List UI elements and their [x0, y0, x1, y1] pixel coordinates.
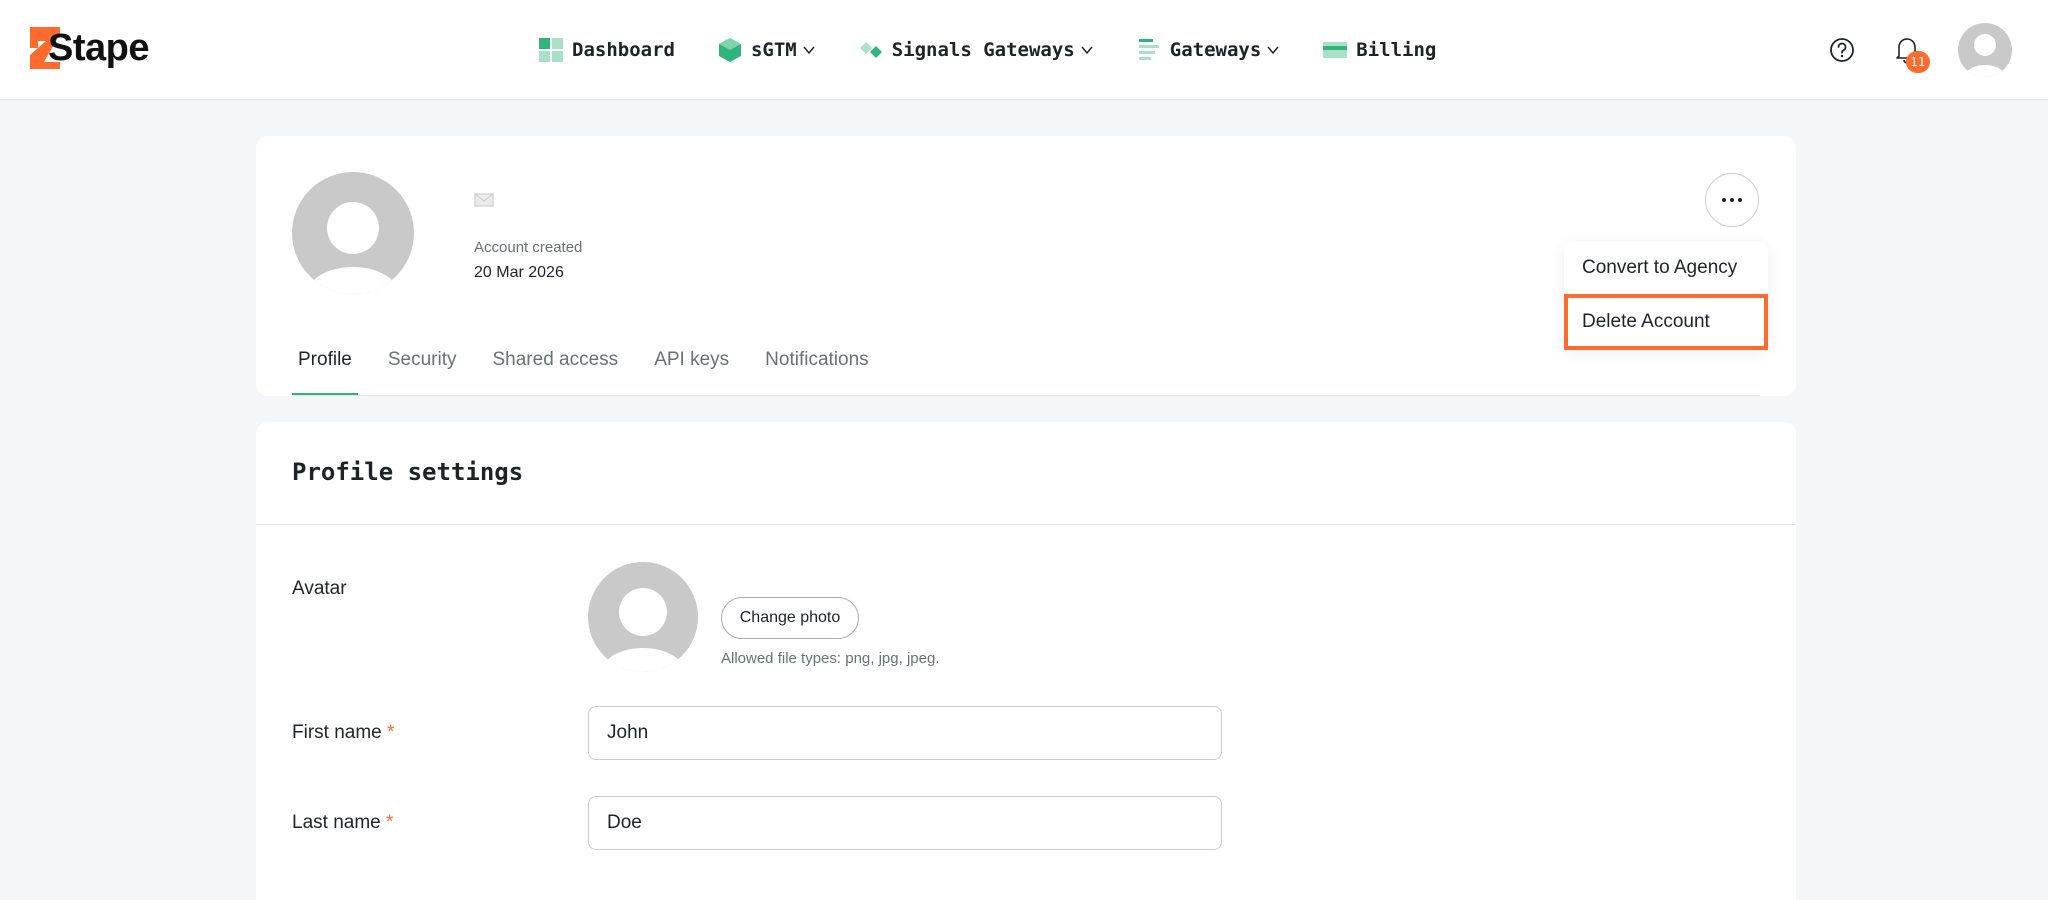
- last-name-label-text: Last name: [292, 812, 381, 833]
- profile-settings-card: Profile settings Avatar Change photo All…: [256, 422, 1796, 900]
- cube-icon: [718, 38, 741, 62]
- first-name-label-text: First name: [292, 722, 382, 743]
- nav-dashboard-label: Dashboard: [572, 39, 675, 61]
- notifications-button[interactable]: 11: [1890, 33, 1930, 73]
- more-options-button[interactable]: [1705, 173, 1759, 227]
- avatar-placeholder-icon: [1964, 34, 2006, 77]
- required-mark: *: [387, 722, 395, 743]
- gateways-icon: [1138, 39, 1159, 60]
- profile-tabs: Profile Security Shared access API keys …: [292, 344, 899, 396]
- tab-notifications[interactable]: Notifications: [759, 344, 875, 396]
- nav-sgtm-label: sGTM: [750, 39, 797, 61]
- chevron-down-icon: [1267, 46, 1279, 55]
- nav-signals-gateways-label: Signals Gateways: [891, 39, 1075, 61]
- tab-profile[interactable]: Profile: [292, 344, 358, 396]
- required-mark: *: [386, 812, 394, 833]
- allowed-file-types: Allowed file types: png, jpg, jpeg.: [721, 650, 940, 667]
- chevron-down-icon: [803, 46, 815, 55]
- chevron-down-icon: [1081, 46, 1093, 55]
- dashboard-icon: [539, 38, 563, 62]
- account-avatar: [292, 172, 414, 294]
- help-icon[interactable]: [1828, 36, 1856, 64]
- mail-icon: [474, 193, 494, 207]
- avatar-label: Avatar: [292, 578, 347, 599]
- nav-gateways-label: Gateways: [1169, 39, 1262, 61]
- settings-divider: [256, 524, 1796, 525]
- nav-sgtm[interactable]: sGTM: [717, 37, 816, 63]
- tabs-divider: [292, 395, 1760, 396]
- nav-billing[interactable]: Billing: [1322, 37, 1436, 63]
- card-icon: [1323, 42, 1348, 58]
- avatar-placeholder-icon: [306, 202, 400, 294]
- last-name-label: Last name *: [292, 812, 393, 834]
- first-name-label: First name *: [292, 722, 394, 744]
- main-nav: Dashboard sGTM Signals Gateways Gateways…: [538, 30, 1478, 70]
- tab-security[interactable]: Security: [382, 344, 463, 396]
- notification-count-badge: 11: [1906, 51, 1930, 73]
- account-created-label: Account created: [474, 239, 583, 256]
- delete-account-highlight: [1564, 294, 1768, 350]
- logo-text: Stape: [48, 26, 149, 69]
- top-bar: Stape Dashboard sGTM Signals Gateways Ga…: [0, 0, 2048, 100]
- nav-gateways[interactable]: Gateways: [1136, 37, 1281, 63]
- nav-dashboard[interactable]: Dashboard: [538, 37, 675, 63]
- profile-avatar-preview: [588, 562, 698, 672]
- profile-settings-title: Profile settings: [292, 458, 524, 486]
- signals-icon: [859, 42, 882, 58]
- stape-logo[interactable]: Stape: [30, 26, 149, 70]
- tab-api-keys[interactable]: API keys: [648, 344, 735, 396]
- convert-to-agency-item[interactable]: Convert to Agency: [1564, 242, 1768, 294]
- nav-signals-gateways[interactable]: Signals Gateways: [858, 37, 1094, 63]
- change-photo-button[interactable]: Change photo: [721, 597, 859, 639]
- avatar-placeholder-icon: [600, 588, 686, 672]
- first-name-input[interactable]: [588, 706, 1222, 760]
- user-avatar[interactable]: [1958, 23, 2012, 77]
- nav-billing-label: Billing: [1356, 39, 1437, 61]
- tab-shared-access[interactable]: Shared access: [487, 344, 625, 396]
- more-dots-icon: [1720, 198, 1744, 202]
- header-actions: 11: [1828, 20, 2012, 80]
- last-name-input[interactable]: [588, 796, 1222, 850]
- account-created-date: 20 Mar 2026: [474, 264, 564, 281]
